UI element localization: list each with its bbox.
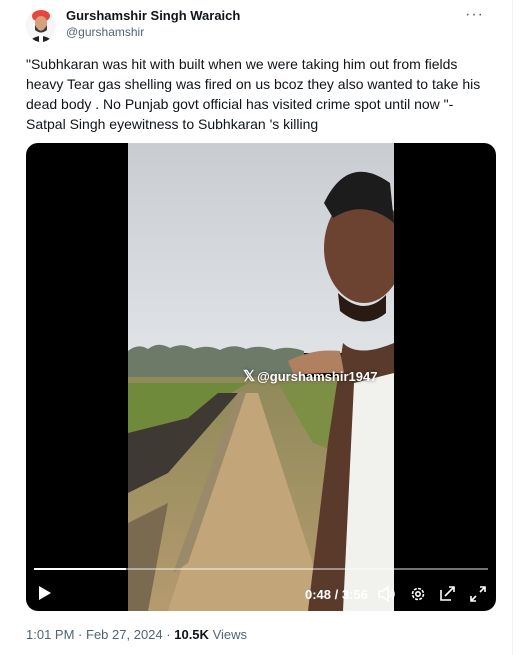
video-progress-fill — [34, 568, 127, 570]
tweet-text-line: Satpal Singh eyewitness to Subhkaran 's … — [26, 116, 319, 132]
tweet-text-line: dead body . No Punjab govt official has … — [26, 96, 454, 112]
tweet-meta: 1:01 PM · Feb 27, 2024 · 10.5K Views — [26, 627, 247, 642]
video-player[interactable]: 𝕏 @gurshamshir1947 0:48 / 3:56 — [26, 143, 496, 611]
current-time: 0:48 — [305, 587, 332, 602]
time-separator: / — [334, 587, 339, 602]
views-label: Views — [212, 627, 248, 642]
video-watermark: 𝕏 @gurshamshir1947 — [243, 368, 378, 385]
more-options-icon[interactable]: ··· — [465, 6, 484, 24]
tweet-date[interactable]: Feb 27, 2024 — [86, 627, 163, 642]
volume-icon[interactable] — [378, 585, 396, 607]
tweet-card: Gurshamshir Singh Waraich @gurshamshir ·… — [0, 0, 513, 655]
settings-icon[interactable] — [410, 586, 426, 607]
play-icon[interactable] — [38, 585, 52, 606]
author-name[interactable]: Gurshamshir Singh Waraich — [66, 8, 240, 24]
tweet-text-line: "Subhkaran was hit with built when we we… — [26, 56, 458, 72]
tweet-text-line: heavy Tear gas shelling was fired on us … — [26, 76, 481, 92]
video-time: 0:48 / 3:56 — [305, 587, 368, 602]
duration: 3:56 — [341, 587, 368, 602]
views-count: 10.5K — [174, 627, 209, 642]
picture-in-picture-icon[interactable] — [440, 586, 456, 607]
meta-dot: · — [166, 627, 171, 642]
video-progress-bar[interactable] — [34, 568, 488, 570]
author-handle[interactable]: @gurshamshir — [66, 25, 144, 39]
tweet-text: "Subhkaran was hit with built when we we… — [26, 54, 506, 134]
fullscreen-icon[interactable] — [470, 586, 486, 607]
avatar[interactable] — [26, 8, 56, 42]
tweet-time[interactable]: 1:01 PM — [26, 627, 74, 642]
meta-dot: · — [78, 627, 83, 642]
video-controls: 0:48 / 3:56 — [26, 579, 496, 609]
